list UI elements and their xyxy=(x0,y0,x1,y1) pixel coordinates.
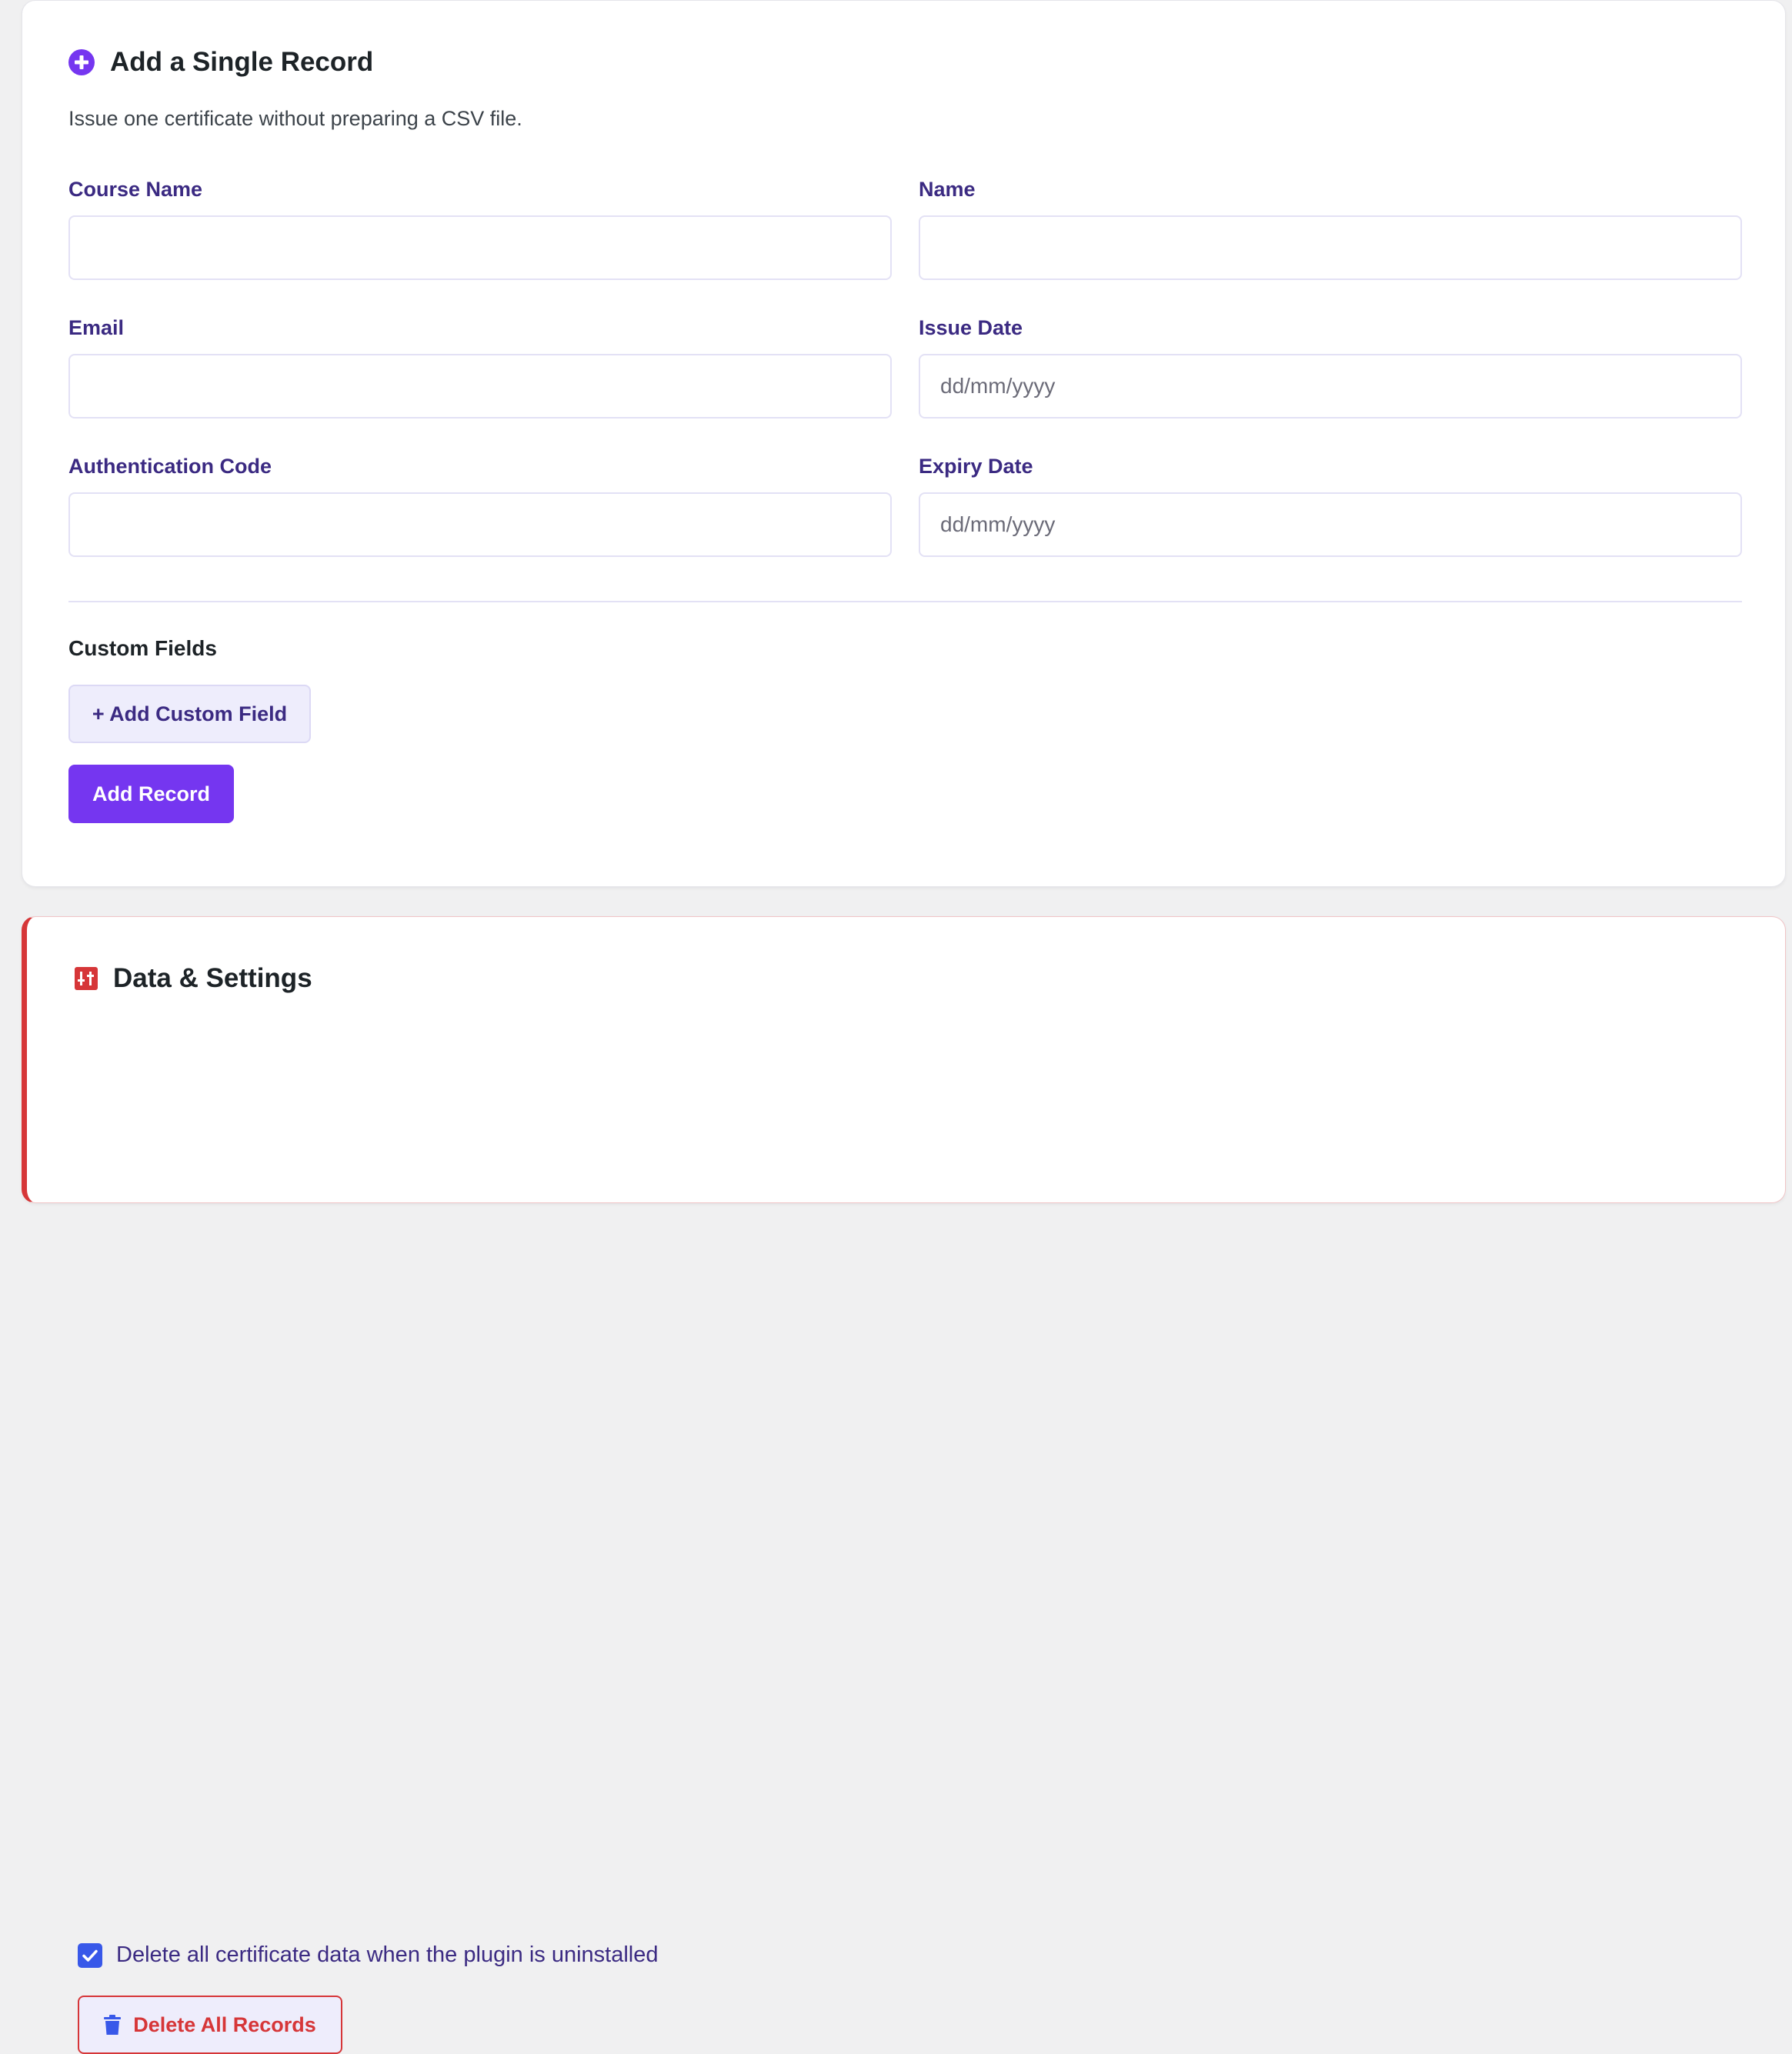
email-label: Email xyxy=(68,316,125,339)
add-record-button[interactable]: Add Record xyxy=(68,765,234,823)
issue-date-field: Issue Date xyxy=(919,316,1742,418)
plus-circle-icon xyxy=(68,49,95,75)
custom-fields-heading: Custom Fields xyxy=(68,636,217,660)
issue-date-input[interactable] xyxy=(919,354,1742,418)
delete-all-records-button[interactable]: Delete All Records xyxy=(78,1996,342,2054)
authentication-code-input[interactable] xyxy=(68,492,892,557)
course-name-input[interactable] xyxy=(68,215,892,280)
settings-heading: Data & Settings xyxy=(75,960,312,997)
authentication-code-field: Authentication Code xyxy=(68,455,892,557)
add-custom-field-button[interactable]: + Add Custom Field xyxy=(68,685,311,743)
delete-on-uninstall-label: Delete all certificate data when the plu… xyxy=(116,1942,659,1967)
delete-on-uninstall-option[interactable]: Delete all certificate data when the plu… xyxy=(78,1942,658,1968)
course-name-field: Course Name xyxy=(68,178,892,280)
email-field: Email xyxy=(68,316,892,418)
name-field: Name xyxy=(919,178,1742,280)
expiry-date-label: Expiry Date xyxy=(919,455,1033,478)
expiry-date-field: Expiry Date xyxy=(919,455,1742,557)
email-input[interactable] xyxy=(68,354,892,418)
delete-all-records-label: Delete All Records xyxy=(133,2012,316,2036)
delete-on-uninstall-checkbox[interactable] xyxy=(78,1942,102,1968)
issue-date-label: Issue Date xyxy=(919,316,1023,339)
course-name-label: Course Name xyxy=(68,178,203,201)
sliders-icon xyxy=(75,967,98,990)
authentication-code-label: Authentication Code xyxy=(68,455,272,478)
name-label: Name xyxy=(919,178,976,201)
single-record-title: Add a Single Record xyxy=(110,47,374,77)
data-settings-card: Data & Settings Delete all certificate d… xyxy=(22,916,1786,2054)
settings-title: Data & Settings xyxy=(113,963,312,993)
add-single-record-card: Add a Single Record Issue one certificat… xyxy=(22,0,1786,887)
single-record-heading: Add a Single Record xyxy=(68,44,373,81)
expiry-date-input[interactable] xyxy=(919,492,1742,557)
trash-icon xyxy=(104,2015,122,2035)
section-divider xyxy=(68,601,1742,602)
name-input[interactable] xyxy=(919,215,1742,280)
checkmark-icon xyxy=(82,1949,98,1962)
single-record-subtitle: Issue one certificate without preparing … xyxy=(68,107,522,130)
